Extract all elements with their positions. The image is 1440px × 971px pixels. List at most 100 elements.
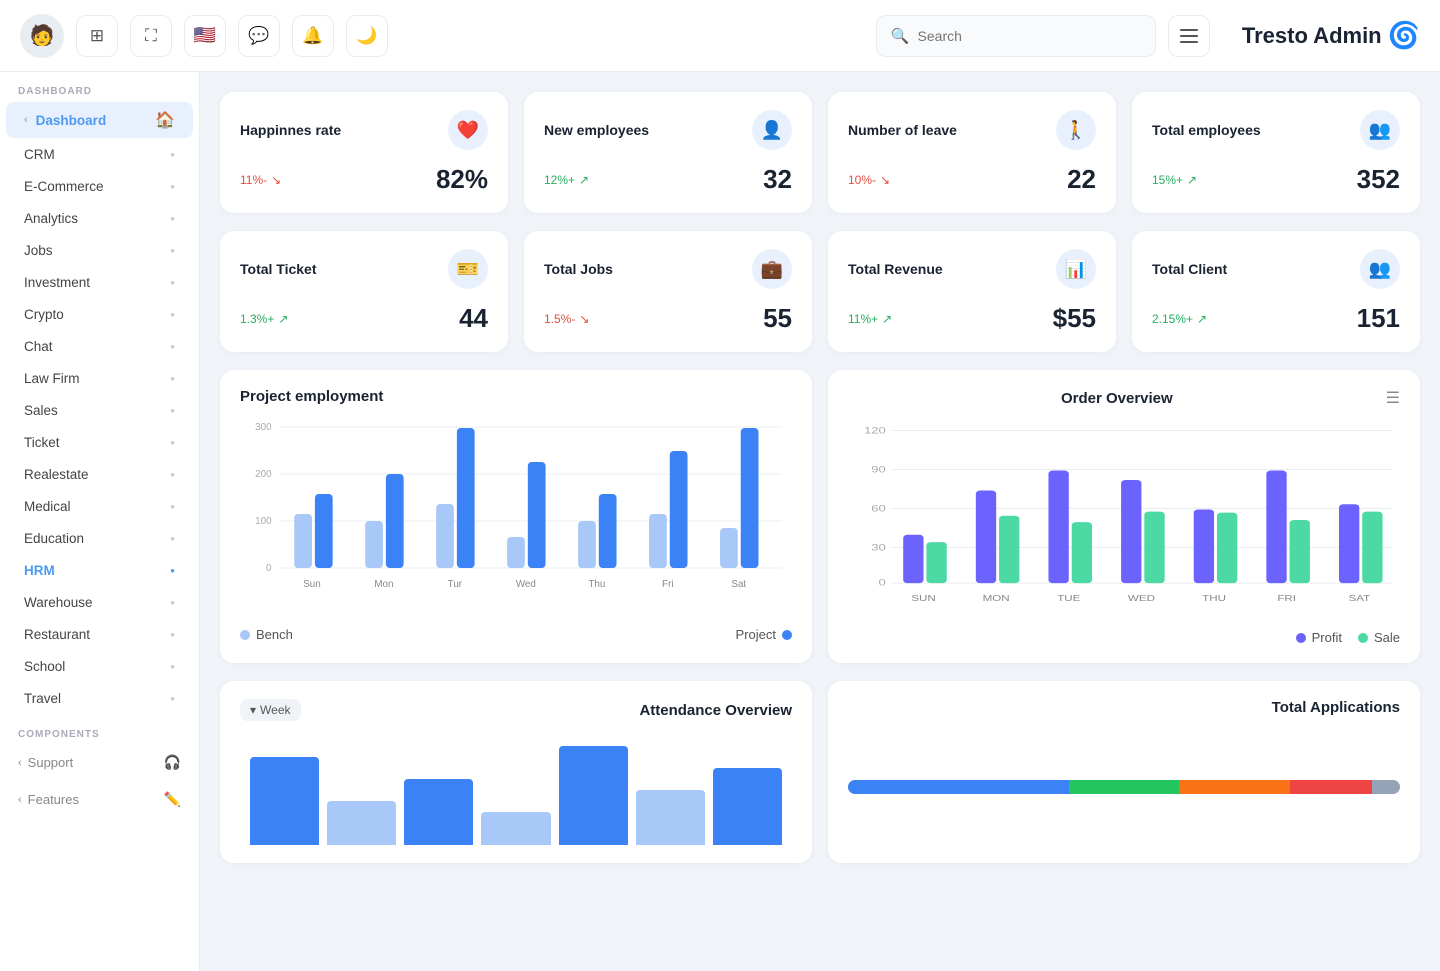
svg-text:60: 60	[871, 504, 886, 514]
sidebar-features-collapse[interactable]: ‹ Features ✏️	[0, 781, 199, 818]
arrow-up-icon: ↗	[278, 312, 288, 326]
profit-dot	[1296, 633, 1306, 643]
bell-icon[interactable]: 🔔	[292, 15, 334, 57]
hamburger-button[interactable]	[1168, 15, 1210, 57]
stat-change: 11%+ ↗	[848, 312, 892, 326]
bar-sun	[713, 768, 782, 845]
stat-title: Total Client	[1152, 261, 1227, 277]
sidebar-item-label: School	[24, 659, 65, 674]
dot-icon: ●	[170, 438, 175, 447]
segment-red	[1290, 780, 1373, 794]
stat-value: 151	[1357, 303, 1400, 334]
sidebar-item-restaurant[interactable]: Restaurant ●	[6, 619, 193, 650]
dot-icon: ●	[170, 278, 175, 287]
expand-icon[interactable]: ⛶	[130, 15, 172, 57]
chat-icon[interactable]: 💬	[238, 15, 280, 57]
stat-title: Total Revenue	[848, 261, 943, 277]
arrow-up-icon: ↗	[1197, 312, 1207, 326]
sidebar-item-education[interactable]: Education ●	[6, 523, 193, 554]
sidebar-item-label: Analytics	[24, 211, 78, 226]
order-overview-menu-icon[interactable]: ☰	[1386, 388, 1400, 408]
bench-dot	[240, 630, 250, 640]
svg-text:WED: WED	[1128, 594, 1155, 603]
change-value: 1.3%+	[240, 312, 274, 326]
stat-icon: 🚶	[1056, 110, 1096, 150]
headphones-icon: 🎧	[164, 754, 181, 771]
attendance-title: Attendance Overview	[639, 702, 792, 719]
sidebar-item-lawfirm[interactable]: Law Firm ●	[6, 363, 193, 394]
stat-card-clients: Total Client 👥 2.15%+ ↗ 151	[1132, 231, 1420, 352]
total-applications-card: Total Applications	[828, 681, 1420, 863]
sale-dot	[1358, 633, 1368, 643]
dot-icon: ●	[170, 598, 175, 607]
svg-text:Sun: Sun	[303, 579, 321, 590]
search-bar: 🔍	[876, 15, 1156, 57]
avatar[interactable]: 🧑	[20, 14, 64, 58]
stat-icon: ❤️	[448, 110, 488, 150]
stat-card-new-employees: New employees 👤 12%+ ↗ 32	[524, 92, 812, 213]
sidebar-item-school[interactable]: School ●	[6, 651, 193, 682]
stat-value: 352	[1357, 164, 1400, 195]
sidebar-item-crm[interactable]: CRM ●	[6, 139, 193, 170]
brand-logo: Tresto Admin 🌀	[1242, 20, 1420, 51]
project-employment-chart: Project employment 300 200 100 0	[220, 370, 812, 663]
project-employment-bar-area: 300 200 100 0	[240, 417, 792, 617]
dot-icon: ●	[170, 470, 175, 479]
sidebar-item-realestate[interactable]: Realestate ●	[6, 459, 193, 490]
stat-card-leave: Number of leave 🚶 10%- ↘ 22	[828, 92, 1116, 213]
sidebar-item-sales[interactable]: Sales ●	[6, 395, 193, 426]
stat-value: 32	[763, 164, 792, 195]
order-overview-legend: Profit Sale	[848, 630, 1400, 645]
sidebar-item-analytics[interactable]: Analytics ●	[6, 203, 193, 234]
order-overview-svg: 120 90 60 30 0	[848, 420, 1400, 620]
arrow-up-icon: ↗	[579, 173, 589, 187]
stats-grid-row1: Happinnes rate ❤️ 11%- ↘ 82% New employe…	[220, 92, 1420, 213]
svg-text:Fri: Fri	[662, 579, 673, 590]
sidebar-support-collapse[interactable]: ‹ Support 🎧	[0, 744, 199, 781]
week-badge[interactable]: ▾ Week	[240, 699, 301, 721]
stat-value: 44	[459, 303, 488, 334]
stat-card-revenue: Total Revenue 📊 11%+ ↗ $55	[828, 231, 1116, 352]
sidebar-item-crypto[interactable]: Crypto ●	[6, 299, 193, 330]
sidebar-item-ticket[interactable]: Ticket ●	[6, 427, 193, 458]
sidebar-item-investment[interactable]: Investment ●	[6, 267, 193, 298]
dropdown-arrow-icon: ▾	[250, 703, 256, 717]
stat-change: 15%+ ↗	[1152, 173, 1197, 187]
sidebar-item-jobs[interactable]: Jobs ●	[6, 235, 193, 266]
order-overview-bar-area: 120 90 60 30 0	[848, 420, 1400, 620]
main-layout: DASHBOARD ‹ Dashboard 🏠 CRM ● E-Commerce…	[0, 72, 1440, 971]
sidebar-item-chat[interactable]: Chat ●	[6, 331, 193, 362]
stat-change: 1.3%+ ↗	[240, 312, 288, 326]
change-value: 11%-	[240, 173, 267, 187]
dot-icon: ●	[170, 246, 175, 255]
moon-icon[interactable]: 🌙	[346, 15, 388, 57]
stat-title: Happinnes rate	[240, 122, 341, 138]
dot-icon: ●	[170, 534, 175, 543]
applications-progress-area	[848, 730, 1400, 794]
search-input[interactable]	[918, 28, 1141, 44]
bar-fri	[559, 746, 628, 845]
sidebar-item-label: Warehouse	[24, 595, 93, 610]
sidebar-item-ecommerce[interactable]: E-Commerce ●	[6, 171, 193, 202]
sidebar-item-travel[interactable]: Travel ●	[6, 683, 193, 714]
flag-icon[interactable]: 🇺🇸	[184, 15, 226, 57]
sidebar-item-hrm[interactable]: HRM ●	[6, 555, 193, 586]
dot-icon: ●	[170, 662, 175, 671]
sidebar-item-label: Law Firm	[24, 371, 80, 386]
svg-text:100: 100	[255, 516, 272, 527]
sidebar-item-dashboard[interactable]: ‹ Dashboard 🏠	[6, 102, 193, 138]
arrow-up-icon: ↗	[882, 312, 892, 326]
stat-title: Total Ticket	[240, 261, 317, 277]
svg-text:30: 30	[871, 543, 886, 553]
sidebar-item-medical[interactable]: Medical ●	[6, 491, 193, 522]
sidebar-item-warehouse[interactable]: Warehouse ●	[6, 587, 193, 618]
dot-icon: ●	[170, 342, 175, 351]
stat-value: $55	[1053, 303, 1096, 334]
sidebar-item-label: Chat	[24, 339, 53, 354]
stat-title: Total Jobs	[544, 261, 613, 277]
sliders-icon[interactable]: ⊞	[76, 15, 118, 57]
house-icon: 🏠	[155, 110, 175, 130]
stat-icon: 👥	[1360, 110, 1400, 150]
change-value: 11%+	[848, 312, 878, 326]
chevron-icon: ‹	[24, 114, 28, 126]
